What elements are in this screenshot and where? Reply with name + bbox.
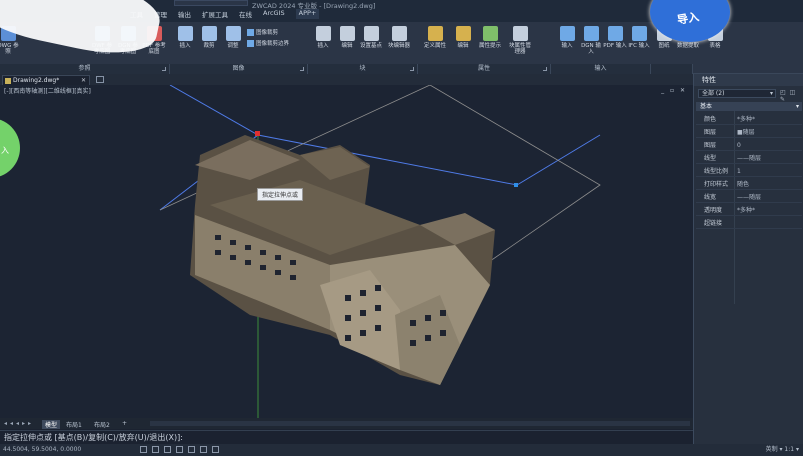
image-clip-icon	[247, 28, 254, 36]
grip-point[interactable]	[514, 183, 518, 187]
model-viewport[interactable]: [-][西南等轴测][二维线框][真实] _ ▫ ✕ 指定拉伸点或	[0, 85, 693, 418]
prop-row-transparency[interactable]: 透明度 *多种*	[696, 205, 802, 216]
drafting-toggles	[140, 446, 219, 453]
group-import: 输入	[551, 64, 651, 74]
image-clip-button[interactable]: 裁剪	[197, 26, 221, 49]
prop-row-linetype[interactable]: 线型 ——随层	[696, 153, 802, 164]
tab-apps[interactable]: APP+	[295, 9, 320, 19]
otrack-toggle-icon[interactable]	[200, 446, 207, 453]
block-editor-icon	[391, 26, 407, 41]
expand-corner-icon[interactable]	[543, 67, 547, 71]
attribute-manager-icon	[512, 26, 528, 41]
group-image: 图像	[170, 64, 308, 74]
import-icon	[559, 26, 575, 41]
section-general[interactable]: 基本 ▾	[696, 102, 802, 111]
group-block: 块	[308, 64, 418, 74]
prop-row-color[interactable]: 颜色 *多种*	[696, 114, 802, 125]
prop-row-layer[interactable]: 图层 ■随层	[696, 127, 802, 138]
command-line[interactable]: 指定拉伸点或 [基点(B)/复制(C)/放弃(U)/退出(X)]:	[0, 430, 693, 444]
snap-toggle-icon[interactable]	[152, 446, 159, 453]
prop-row-linetype-scale[interactable]: 线型比例 1	[696, 166, 802, 177]
image-clip-small-button[interactable]: 图像裁剪	[247, 28, 278, 36]
tab-extension-tools[interactable]: 扩展工具	[202, 9, 228, 19]
attribute-edit-button[interactable]: 编辑	[451, 26, 475, 49]
prop-row-hyperlink[interactable]: 超链接	[696, 218, 802, 229]
prop-row-layer-value[interactable]: 图层 0	[696, 140, 802, 151]
close-icon[interactable]: ✕	[81, 76, 86, 85]
tab-drawing2[interactable]: Drawing2.dwg* ✕	[2, 75, 90, 85]
coordinate-readout: 44.5004, 59.5004, 0.0000	[3, 446, 82, 453]
block-edit-icon	[339, 26, 355, 41]
new-tab-button[interactable]	[96, 76, 104, 83]
pdf-import-button[interactable]: PDF 输入	[603, 26, 627, 49]
block-edit-button[interactable]: 编辑	[335, 26, 359, 49]
tab-nav-arrows[interactable]: ◂◂◂▸▸	[4, 420, 34, 427]
image-icon	[177, 26, 193, 41]
units-scale[interactable]: 英制 ▾ 1:1 ▾	[766, 444, 799, 456]
import-button[interactable]: 输入	[555, 26, 579, 49]
clip-icon	[201, 26, 217, 41]
chevron-down-icon: ▾	[795, 103, 799, 110]
expand-corner-icon[interactable]	[162, 67, 166, 71]
attribute-prompt-button[interactable]: 属性提示	[478, 26, 502, 49]
prop-row-lineweight[interactable]: 线宽 ——随层	[696, 192, 802, 203]
expand-corner-icon[interactable]	[410, 67, 414, 71]
grid-toggle-icon[interactable]	[140, 446, 147, 453]
tab-model[interactable]: 模型	[42, 420, 61, 429]
ortho-toggle-icon[interactable]	[164, 446, 171, 453]
image-adjust-button[interactable]: 调整	[221, 26, 245, 49]
dgn-import-icon	[583, 26, 599, 41]
prop-row-plotstyle[interactable]: 打印样式 随色	[696, 179, 802, 190]
tab-arcgis[interactable]: ArcGIS	[263, 9, 285, 19]
tab-online[interactable]: 在线	[239, 9, 252, 19]
define-attribute-icon	[427, 26, 443, 41]
image-insert-button[interactable]: 插入	[173, 26, 197, 49]
horizontal-scrollbar[interactable]	[150, 421, 690, 426]
ifc-import-icon	[631, 26, 647, 41]
selection-dropdown[interactable]: 全部 (2) ▾	[698, 89, 776, 98]
pdf-import-icon	[607, 26, 623, 41]
grip-point[interactable]	[255, 131, 260, 136]
basepoint-icon	[363, 26, 379, 41]
group-attribute: 属性	[418, 64, 551, 74]
status-bar: 44.5004, 59.5004, 0.0000 英制 ▾ 1:1 ▾	[0, 444, 803, 456]
block-insert-button[interactable]: 插入	[311, 26, 335, 49]
attribute-edit-icon	[455, 26, 471, 41]
osnap-toggle-icon[interactable]	[188, 446, 195, 453]
block-attribute-manager-button[interactable]: 块属性管理器	[508, 26, 532, 56]
tab-layout2[interactable]: 布局2	[94, 420, 110, 429]
image-frame-small-button[interactable]: 图像裁剪边界	[247, 39, 289, 47]
adjust-icon	[225, 26, 241, 41]
ifc-import-button[interactable]: IFC 输入	[627, 26, 651, 49]
group-reference: 参照	[0, 64, 170, 74]
define-attribute-button[interactable]: 定义属性	[423, 26, 447, 49]
block-editor-button[interactable]: 块编辑器	[387, 26, 411, 49]
image-frame-icon	[247, 39, 254, 47]
block-insert-icon	[315, 26, 331, 41]
model-canvas[interactable]	[0, 85, 693, 418]
add-layout-button[interactable]: +	[122, 420, 127, 427]
workspace-selector[interactable]	[174, 0, 248, 6]
file-icon	[5, 78, 11, 84]
attribute-prompt-icon	[482, 26, 498, 41]
cursor-tooltip: 指定拉伸点或	[257, 188, 304, 201]
tab-output[interactable]: 输出	[178, 9, 191, 19]
building-point-cloud	[190, 135, 495, 385]
set-basepoint-button[interactable]: 设置基点	[359, 26, 383, 49]
quick-select-icons[interactable]: ◰ ◫ ✎	[780, 89, 803, 103]
chevron-down-icon: ▾	[769, 90, 773, 97]
group-extra	[651, 64, 693, 74]
expand-corner-icon[interactable]	[300, 67, 304, 71]
lineweight-toggle-icon[interactable]	[212, 446, 219, 453]
palette-title: 特性	[694, 74, 803, 86]
tab-layout1[interactable]: 布局1	[66, 420, 82, 429]
properties-palette: 特性 全部 (2) ▾ ◰ ◫ ✎ 基本 ▾ 颜色 *多种* 图层 ■随层 图层 0 线型…	[693, 74, 803, 444]
polar-toggle-icon[interactable]	[176, 446, 183, 453]
dgn-import-button[interactable]: DGN 输入	[579, 26, 603, 56]
